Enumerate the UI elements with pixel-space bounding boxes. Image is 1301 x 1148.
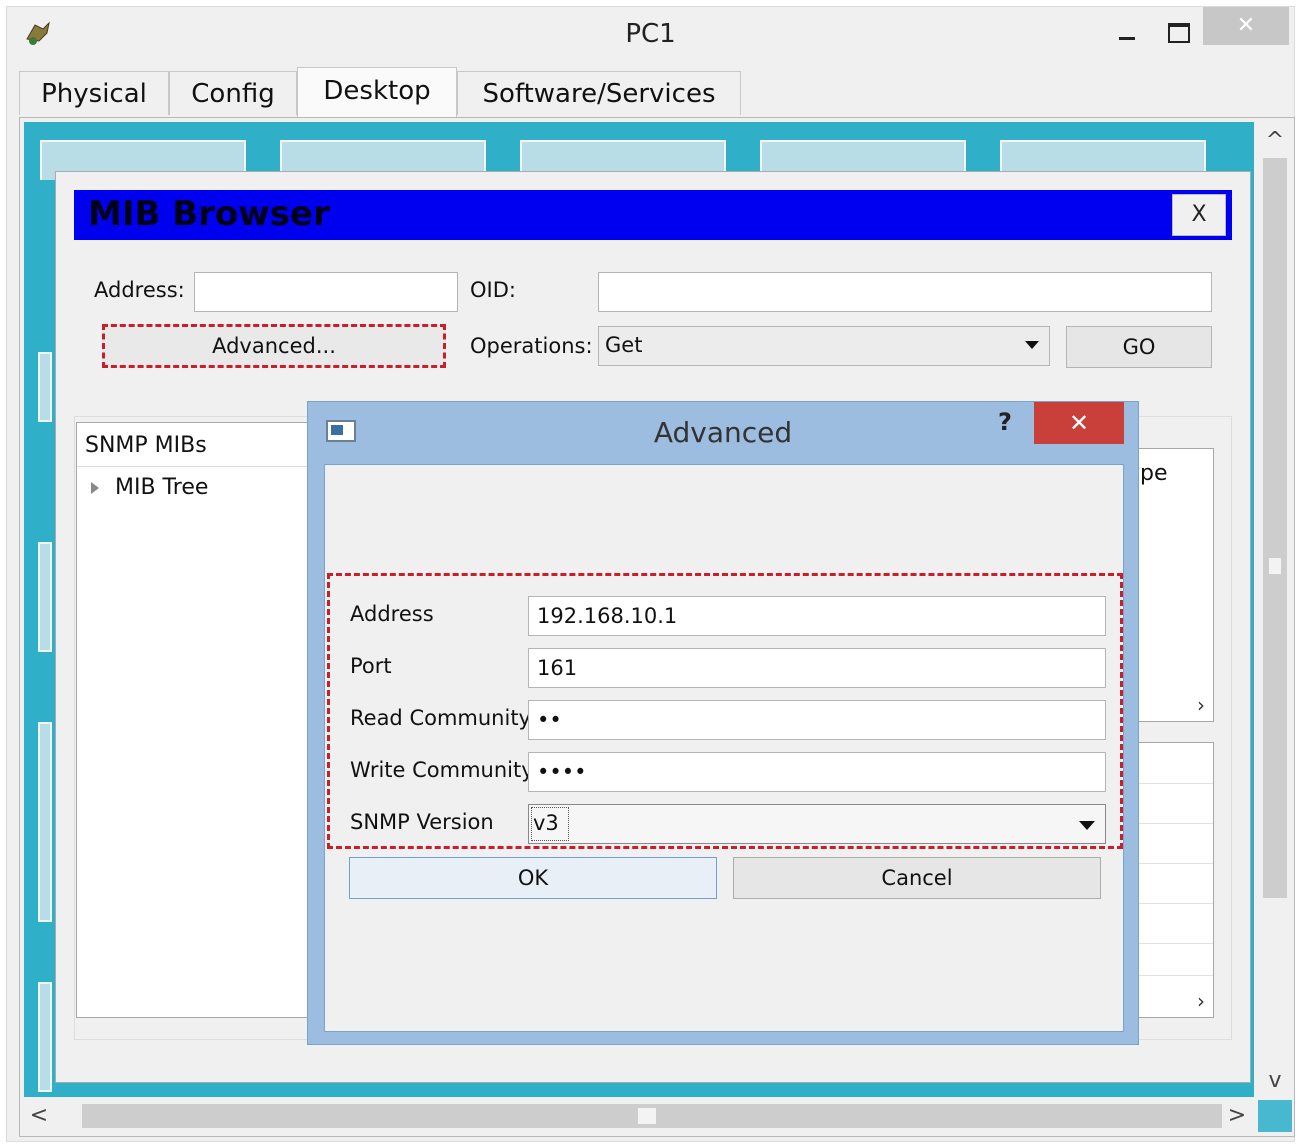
tab-physical[interactable]: Physical: [19, 71, 169, 115]
advanced-close-button[interactable]: ✕: [1034, 402, 1124, 444]
address-label: Address:: [94, 278, 185, 302]
oid-input[interactable]: [598, 272, 1212, 312]
focus-outline: [531, 807, 569, 841]
tab-desktop[interactable]: Desktop: [297, 67, 457, 117]
port-field[interactable]: 161: [528, 648, 1106, 688]
expand-arrow-icon[interactable]: [91, 482, 99, 494]
operations-value: Get: [605, 333, 643, 357]
minimize-button[interactable]: [1111, 15, 1147, 51]
highlighted-settings-group: Address 192.168.10.1 Port 161 Read Commu…: [327, 573, 1123, 849]
scroll-corner: [1258, 1100, 1292, 1132]
horizontal-scrollbar[interactable]: < >: [24, 1100, 1292, 1132]
mib-tree-header: SNMP MIBs: [77, 423, 335, 467]
tab-config[interactable]: Config: [169, 71, 297, 115]
address-label: Address: [350, 602, 434, 626]
scroll-right-icon[interactable]: >: [1222, 1100, 1252, 1132]
scroll-thumb[interactable]: [638, 1108, 656, 1124]
scroll-left-icon[interactable]: <: [24, 1100, 54, 1132]
oid-label: OID:: [470, 278, 516, 302]
desktop-app-icon[interactable]: [38, 352, 52, 422]
desktop-app-icon[interactable]: [38, 542, 52, 652]
snmp-version-select[interactable]: v3: [528, 804, 1106, 844]
advanced-dialog-title: Advanced: [653, 416, 793, 449]
desktop-app-icon[interactable]: [38, 982, 52, 1092]
vertical-scrollbar[interactable]: ^ v: [1258, 122, 1292, 1097]
address-input[interactable]: [194, 272, 458, 312]
window-close-button[interactable]: ✕: [1203, 7, 1289, 45]
address-field[interactable]: 192.168.10.1: [528, 596, 1106, 636]
help-icon[interactable]: ?: [998, 408, 1012, 436]
tab-software-services[interactable]: Software/Services: [457, 71, 741, 115]
mib-browser-title-bar: MIB Browser X: [74, 190, 1232, 240]
mib-tree-panel[interactable]: SNMP MIBs MIB Tree: [76, 422, 336, 1018]
read-community-label: Read Community: [350, 706, 531, 730]
tree-item-label: MIB Tree: [115, 475, 209, 500]
cancel-button[interactable]: Cancel: [733, 857, 1101, 899]
scroll-track[interactable]: [1263, 158, 1287, 898]
scroll-thumb[interactable]: [1269, 558, 1281, 574]
ok-button[interactable]: OK: [349, 857, 717, 899]
app-window: PC1 ✕ Physical Config Desktop Software/S…: [6, 6, 1295, 1142]
operations-select[interactable]: Get: [598, 326, 1050, 366]
read-community-field[interactable]: ••: [528, 700, 1106, 740]
operations-label: Operations:: [470, 334, 593, 358]
chevron-right-icon[interactable]: ›: [1197, 989, 1205, 1013]
chevron-down-icon: [1079, 821, 1095, 830]
port-label: Port: [350, 654, 392, 678]
tree-item-mib-tree[interactable]: MIB Tree: [91, 475, 208, 500]
write-community-field[interactable]: ••••: [528, 752, 1106, 792]
mib-close-button[interactable]: X: [1172, 194, 1226, 236]
maximize-button[interactable]: [1159, 15, 1195, 51]
chevron-right-icon[interactable]: ›: [1197, 693, 1205, 717]
scroll-track[interactable]: [82, 1104, 1222, 1128]
snmp-version-label: SNMP Version: [350, 810, 494, 834]
desktop-app-icon[interactable]: [38, 722, 52, 922]
title-bar: PC1 ✕: [7, 7, 1294, 65]
go-button[interactable]: GO: [1066, 326, 1212, 368]
advanced-dialog: Advanced ? ✕ Address 192.168.10.1 Port 1…: [307, 401, 1139, 1045]
window-title: PC1: [625, 19, 676, 49]
chevron-down-icon: [1025, 341, 1039, 349]
advanced-dialog-body: Address 192.168.10.1 Port 161 Read Commu…: [324, 464, 1124, 1032]
advanced-button[interactable]: Advanced...: [102, 324, 446, 368]
write-community-label: Write Community: [350, 758, 534, 782]
mib-browser-title: MIB Browser: [88, 194, 330, 234]
scroll-down-icon[interactable]: v: [1258, 1066, 1292, 1096]
scroll-up-icon[interactable]: ^: [1258, 126, 1292, 156]
